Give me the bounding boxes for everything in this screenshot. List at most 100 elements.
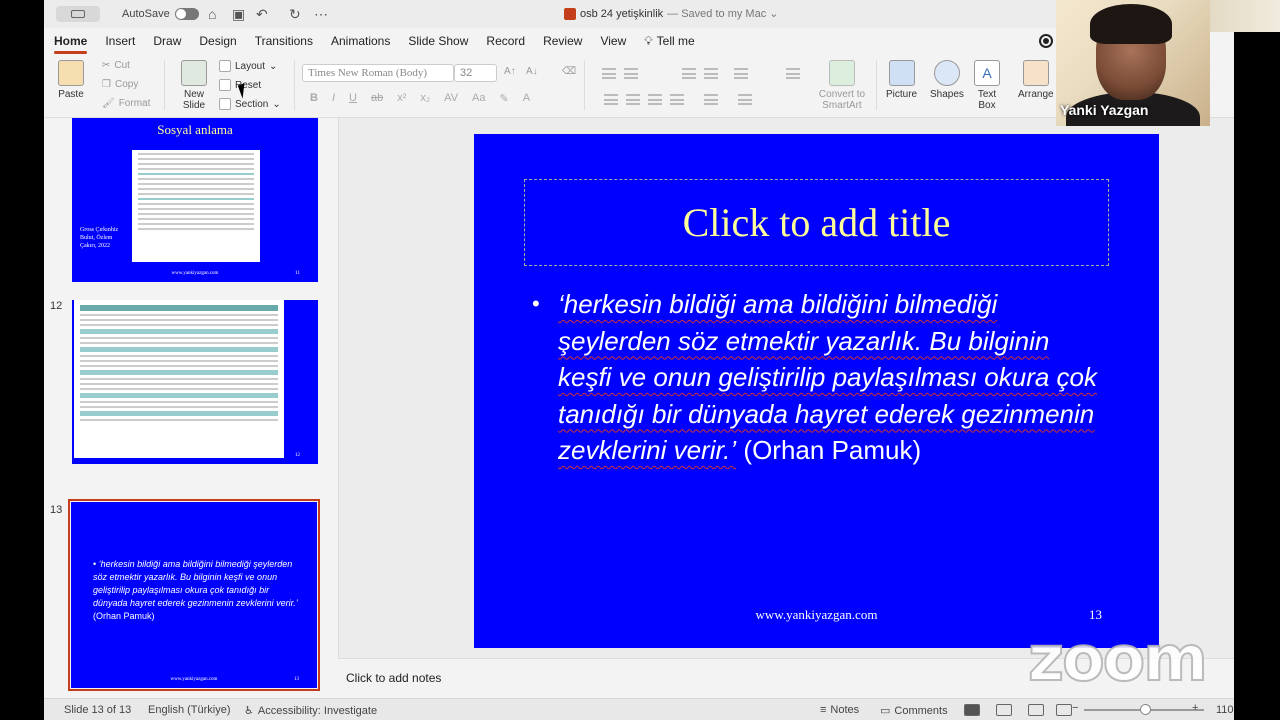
text-box-button[interactable]: A Text Box — [972, 60, 1002, 111]
increase-font-button[interactable]: A↑ — [504, 66, 516, 77]
zoom-out-button[interactable]: − — [1072, 702, 1078, 714]
decrease-font-button[interactable]: A↓ — [526, 66, 538, 77]
document-title[interactable]: osb 24 yetişkinlik — Saved to my Mac ⌄ — [564, 7, 778, 20]
save-icon[interactable]: ▣ — [232, 6, 245, 23]
tell-me-search[interactable]: 💡︎ Tell me — [644, 30, 694, 53]
slide-thumbnail-13[interactable]: • ‘herkesin bildiği ama bildiğini bilmed… — [68, 499, 320, 691]
convert-smartart-button[interactable]: Convert to SmartArt — [812, 60, 872, 111]
cut-button[interactable]: ✂ Cut — [102, 60, 130, 71]
thumbnail-quote-text: ‘herkesin bildiği ama bildiğini bilmediğ… — [93, 559, 298, 608]
character-spacing-icon[interactable]: AV — [444, 92, 458, 105]
bullets-icon[interactable] — [602, 68, 616, 79]
autosave-toggle[interactable] — [175, 8, 199, 20]
autosave-label: AutoSave — [122, 8, 170, 20]
notes-label: Notes — [830, 704, 860, 716]
font-color-icon[interactable]: A — [523, 92, 530, 105]
section-button[interactable]: Section ⌄ — [219, 98, 281, 110]
columns-icon[interactable] — [786, 68, 800, 79]
eraser-icon: ⌫ — [562, 66, 577, 77]
redo-icon[interactable]: ↻ — [289, 6, 301, 23]
thumbnail-quote: • ‘herkesin bildiği ama bildiğini bilmed… — [93, 558, 301, 623]
thumbnail-footer: www.yankiyazgan.com — [171, 453, 219, 458]
home-icon[interactable]: ⌂ — [208, 6, 216, 22]
italic-icon[interactable]: I — [332, 92, 335, 105]
font-format-row: B I U ab x² x₂ AV Aa ✎ A — [310, 92, 530, 105]
strikethrough-icon[interactable]: ab — [371, 92, 383, 105]
accessibility-label: Accessibility: Investigate — [257, 704, 378, 717]
paste-button[interactable]: Paste — [58, 60, 84, 100]
zoom-level[interactable]: 110 — [1216, 704, 1234, 716]
format-painter-button[interactable]: 🖌︎ Format — [102, 98, 150, 109]
copy-button[interactable]: ❐ Copy — [102, 79, 138, 90]
more-icon[interactable]: ⋯ — [314, 6, 328, 23]
shapes-button[interactable]: Shapes — [930, 60, 964, 100]
current-slide[interactable]: Click to add title • ‘herkesin bildiği a… — [474, 134, 1159, 648]
new-slide-button[interactable]: New Slide — [174, 60, 214, 111]
language-indicator[interactable]: English (Türkiye) — [148, 704, 231, 716]
reading-view-button[interactable] — [1028, 704, 1044, 716]
increase-indent-icon[interactable] — [704, 68, 718, 79]
participant-name: Yanki Yazgan — [1060, 102, 1149, 118]
thumbnail-footer: www.yankiyazgan.com — [171, 271, 219, 276]
superscript-icon[interactable]: x² — [397, 92, 406, 105]
tab-draw[interactable]: Draw — [153, 30, 181, 52]
sidebar-toggle-button[interactable] — [56, 6, 100, 22]
format-label: Format — [118, 98, 151, 109]
picture-button[interactable]: Picture — [886, 60, 917, 100]
thumbnail-footer: www.yankiyazgan.com — [170, 677, 218, 682]
arrange-button[interactable]: Arrange — [1018, 60, 1054, 100]
comments-toggle[interactable]: ▭ Comments — [880, 704, 948, 718]
slide-sorter-button[interactable] — [996, 704, 1012, 716]
undo-icon[interactable]: ↶ — [256, 6, 268, 23]
tab-home[interactable]: Home — [54, 30, 88, 54]
tab-slide-show[interactable]: Slide Show — [408, 30, 468, 52]
slide-thumbnail-panel: Sosyal anlama Gross Çırkınhiz Bulut, Özl… — [44, 118, 336, 698]
title-placeholder[interactable]: Click to add title — [524, 179, 1109, 266]
tab-animations[interactable]: Animations — [331, 30, 390, 52]
tab-insert[interactable]: Insert — [105, 30, 135, 52]
align-right-icon[interactable] — [648, 94, 662, 105]
numbering-icon[interactable] — [624, 68, 638, 79]
underline-icon[interactable]: U — [349, 92, 357, 105]
line-spacing-icon[interactable] — [734, 68, 748, 79]
arrange-icon — [1022, 60, 1049, 86]
tab-transitions[interactable]: Transitions — [255, 30, 313, 52]
content-text-box[interactable]: • ‘herkesin bildiği ama bildiğini bilmed… — [532, 286, 1107, 469]
comment-icon: ▭ — [880, 705, 891, 717]
layout-label: Layout — [235, 60, 266, 72]
section-icon — [219, 98, 231, 110]
tab-view[interactable]: View — [600, 30, 626, 52]
tab-design[interactable]: Design — [199, 30, 236, 52]
align-text-icon[interactable] — [738, 94, 752, 105]
subscript-icon[interactable]: x₂ — [420, 92, 430, 105]
change-case-icon[interactable]: Aa — [472, 92, 485, 105]
arrange-label: Arrange — [1018, 89, 1054, 100]
font-size-select[interactable]: 32 — [454, 64, 497, 82]
bold-icon[interactable]: B — [310, 92, 318, 105]
font-name-select[interactable]: Times New Roman (Body) — [302, 64, 454, 82]
clear-format-button[interactable]: ⌫ — [562, 66, 576, 77]
notes-toggle[interactable]: ≡ Notes — [820, 704, 859, 716]
ribbon-divider — [294, 60, 295, 110]
justify-icon[interactable] — [670, 94, 684, 105]
copy-label: Copy — [114, 79, 139, 90]
decrease-indent-icon[interactable] — [682, 68, 696, 79]
align-center-icon[interactable] — [626, 94, 640, 105]
record-button[interactable] — [1039, 34, 1053, 48]
slideshow-button[interactable] — [1056, 704, 1072, 716]
zoom-in-button[interactable]: + — [1192, 702, 1198, 714]
participant-video[interactable]: Yanki Yazgan — [1056, 0, 1210, 126]
layout-button[interactable]: Layout ⌄ — [219, 60, 277, 72]
tab-review[interactable]: Review — [543, 30, 582, 52]
comments-label: Comments — [894, 704, 948, 717]
zoom-slider-handle[interactable] — [1140, 704, 1151, 715]
accessibility-button[interactable]: ♿︎ Accessibility: Investigate — [244, 704, 378, 718]
align-left-icon[interactable] — [604, 94, 618, 105]
slide-thumbnail-12[interactable]: www.yankiyazgan.com 12 — [72, 300, 318, 464]
normal-view-button[interactable] — [964, 704, 980, 716]
lightbulb-icon: 💡︎ — [644, 33, 653, 48]
slide-thumbnail-11[interactable]: Sosyal anlama Gross Çırkınhiz Bulut, Özl… — [72, 118, 318, 282]
tab-record[interactable]: Record — [486, 30, 525, 52]
text-direction-icon[interactable] — [704, 94, 718, 105]
highlight-icon[interactable]: ✎ — [500, 92, 509, 105]
